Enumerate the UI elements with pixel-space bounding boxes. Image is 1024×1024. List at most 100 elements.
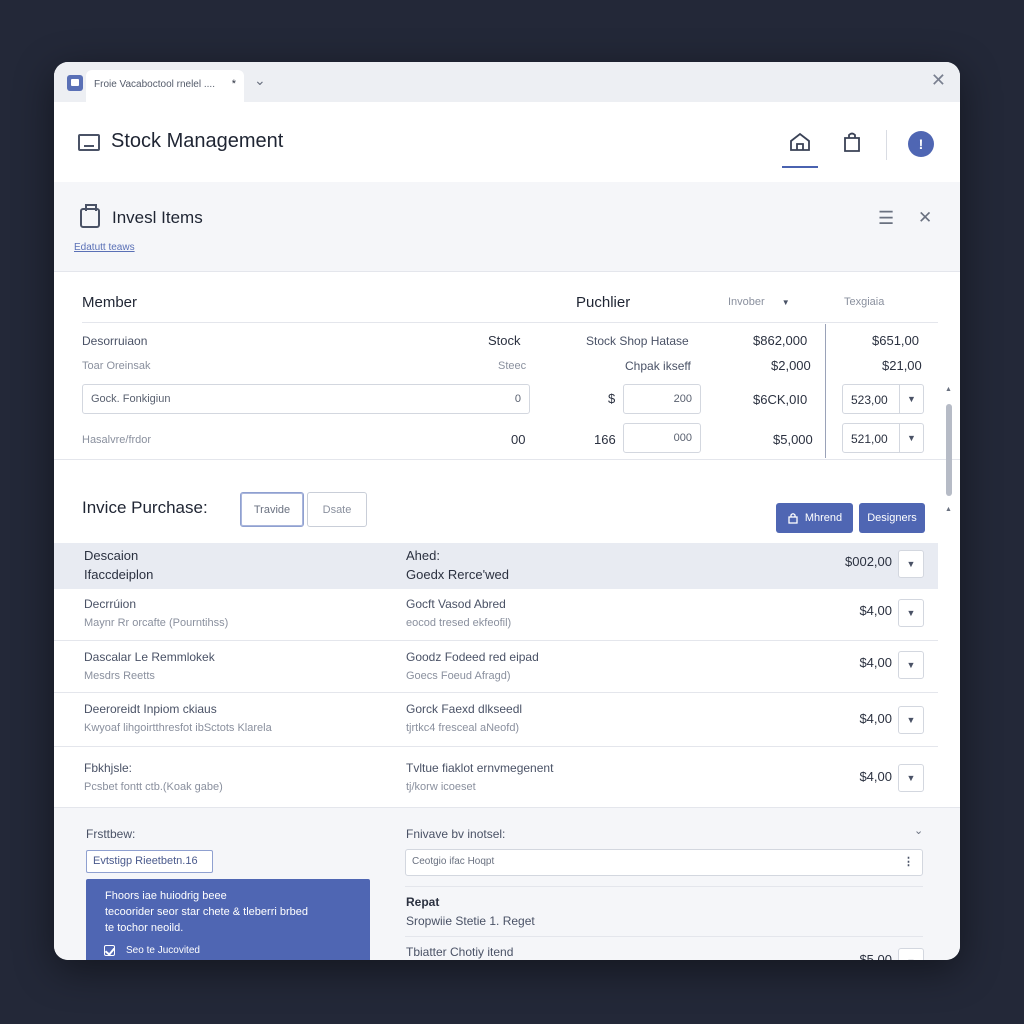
row-sub: Maynr Rr orcafte (Pourntihss) bbox=[84, 617, 229, 629]
filter-button[interactable]: Evtstigp Rieetbetn.16 bbox=[86, 850, 213, 873]
info-card: Fhoors iae huiodrig beee tecoorider seor… bbox=[86, 879, 370, 960]
designers-button[interactable]: Designers bbox=[859, 503, 925, 533]
row2-description: Toar Oreinsak bbox=[82, 360, 151, 372]
quantity-input-2[interactable]: 000 bbox=[623, 423, 701, 453]
row2-total: $21,00 bbox=[882, 358, 922, 373]
briefcase-icon bbox=[80, 204, 100, 228]
row4-select-value: 521,00 bbox=[851, 432, 888, 446]
row1-shop: Stock Shop Hatase bbox=[586, 334, 689, 348]
row-sub: Pcsbet fontt ctb.(Koak gabe) bbox=[84, 781, 223, 793]
app-icon bbox=[67, 75, 83, 91]
scroll-thumb[interactable] bbox=[946, 404, 952, 496]
checkbox-icon[interactable] bbox=[104, 945, 115, 956]
home-icon[interactable] bbox=[786, 128, 814, 156]
row-title: Dascalar Le Remmlokek bbox=[84, 650, 215, 664]
header-desc-title: Descaion bbox=[84, 548, 139, 563]
card-line: tecoorider seor star chete & tleberri br… bbox=[105, 906, 308, 918]
document-tab[interactable]: Froie Vacaboctool rnelel .... * bbox=[86, 70, 244, 102]
mhrend-label: Mhrend bbox=[804, 512, 843, 524]
row4-price: $5,000 bbox=[773, 432, 813, 447]
row-chevron-down-icon[interactable]: ▼ bbox=[898, 706, 924, 734]
active-nav-indicator bbox=[782, 166, 818, 168]
chevron-down-icon: ▼ bbox=[899, 385, 923, 413]
row-status-sub: eocod tresed ekfeofil) bbox=[406, 617, 512, 629]
row-status-sub: tj/korw icoeset bbox=[406, 781, 476, 793]
kebab-menu-icon[interactable]: ⋮ bbox=[903, 855, 914, 868]
row4-shop: 166 bbox=[594, 432, 616, 447]
bottom-panel: Frsttbew: Evtstigp Rieetbetn.16 Fhoors i… bbox=[54, 807, 960, 960]
alert-icon[interactable]: ! bbox=[908, 131, 934, 157]
card-line: Fhoors iae huiodrig beee bbox=[105, 890, 227, 902]
row-chevron-down-icon[interactable]: ▼ bbox=[898, 764, 924, 792]
header-desc-sub: Ifaccdeiplon bbox=[84, 567, 154, 582]
menu-icon[interactable]: ☰ bbox=[878, 208, 894, 229]
row4-description: Hasalvre/frdor bbox=[82, 434, 152, 446]
shopping-bag-icon[interactable] bbox=[838, 128, 866, 156]
repat-title: Repat bbox=[406, 895, 440, 909]
row-title: Deeroreidt Inpiom ckiaus bbox=[84, 702, 217, 716]
row-chevron-down-icon[interactable]: ▼ bbox=[898, 651, 924, 679]
row1-price: $862,000 bbox=[753, 333, 808, 348]
row2-shop: Chpak ikseff bbox=[625, 359, 691, 373]
monitor-icon bbox=[78, 134, 100, 151]
edit-items-link[interactable]: Edatutt teaws bbox=[74, 242, 135, 253]
last-row-amount: $5,00 bbox=[859, 952, 892, 960]
puchlier-heading: Puchlier bbox=[576, 294, 631, 311]
section-header: Invesl Items Edatutt teaws ☰ ✕ bbox=[54, 182, 960, 272]
row3-select[interactable]: 523,00 ▼ bbox=[842, 384, 924, 414]
row4-stock: 00 bbox=[511, 432, 526, 447]
stock-scrollbar[interactable]: ▲ ▲ bbox=[945, 386, 952, 516]
close-window-icon[interactable]: ✕ bbox=[931, 70, 946, 91]
row-sub: Mesdrs Reetts bbox=[84, 670, 155, 682]
invoice-header-row: Descaion Ifaccdeiplon Ahed: Goedx Rerce'… bbox=[54, 543, 938, 589]
tab-dropdown-chevron-icon[interactable]: ⌄ bbox=[254, 72, 266, 89]
quantity-input[interactable]: 200 bbox=[623, 384, 701, 414]
divider bbox=[82, 322, 938, 323]
row-status: Gocft Vasod Abred bbox=[406, 597, 506, 611]
invober-filter[interactable]: Invober ▼ bbox=[728, 296, 790, 308]
row-chevron-down-icon[interactable]: ▼ bbox=[898, 599, 924, 627]
row-status: Gorck Faexd dlkseedl bbox=[406, 702, 523, 716]
stock-panel: Member Puchlier Invober ▼ Texgiaia Desor… bbox=[54, 272, 960, 513]
section-title: Invesl Items bbox=[112, 208, 203, 227]
row-divider bbox=[54, 746, 938, 747]
row-divider bbox=[54, 692, 938, 693]
row-title: Fbkhjsle: bbox=[84, 761, 133, 775]
row-status: Tvltue fiaklot ernvmegenent bbox=[406, 761, 554, 775]
header-chevron-down-icon[interactable]: ▼ bbox=[898, 550, 924, 578]
close-section-icon[interactable]: ✕ bbox=[918, 208, 932, 228]
travide-button[interactable]: Travide bbox=[240, 492, 304, 527]
row-sub: Kwyoaf lihgoirtthresfot ibSctots Klarela bbox=[84, 722, 272, 734]
item-search-input[interactable]: Gock. Fonkigiun 0 bbox=[82, 384, 530, 414]
row-status: Goodz Fodeed red eipad bbox=[406, 650, 539, 664]
row4-select[interactable]: 521,00 ▼ bbox=[842, 423, 924, 453]
row3-select-value: 523,00 bbox=[851, 393, 888, 407]
item-search-value: Gock. Fonkigiun bbox=[91, 393, 171, 405]
row-amount: $4,00 bbox=[859, 769, 892, 784]
row-amount: $4,00 bbox=[859, 655, 892, 670]
row2-stock: Steec bbox=[498, 360, 527, 372]
row1-total: $651,00 bbox=[872, 333, 919, 348]
chevron-down-icon: ▼ bbox=[899, 424, 923, 452]
mhrend-button[interactable]: Mhrend bbox=[776, 503, 853, 533]
row-title: Decrrúion bbox=[84, 597, 137, 611]
app-header: Stock Management ! bbox=[54, 102, 960, 182]
row-amount: $4,00 bbox=[859, 603, 892, 618]
repat-sub: Sropwiie Stetie 1. Reget bbox=[406, 914, 535, 928]
dsate-button[interactable]: Dsate bbox=[307, 492, 367, 527]
texgiaia-label: Texgiaia bbox=[844, 296, 885, 308]
divider bbox=[405, 886, 923, 887]
row-status-sub: tjrtkc4 fresceal aNeofd) bbox=[406, 722, 520, 734]
divider bbox=[405, 936, 923, 937]
collapse-chevron-icon[interactable]: ⌄ bbox=[914, 824, 923, 837]
page-title: Stock Management bbox=[111, 130, 284, 152]
scroll-down-icon[interactable]: ▲ bbox=[945, 506, 952, 513]
app-window: Froie Vacaboctool rnelel .... * ⌄ ✕ Stoc… bbox=[54, 62, 960, 960]
column-divider bbox=[825, 324, 826, 458]
site-search-input[interactable]: Ceotgio ifac Hoqpt ⋮ bbox=[405, 849, 923, 876]
tab-title: Froie Vacaboctool rnelel .... bbox=[94, 79, 215, 90]
header-amount: $002,00 bbox=[845, 554, 892, 569]
bottom-left-label: Frsttbew: bbox=[86, 827, 136, 841]
last-row-chevron-down-icon[interactable]: ▼ bbox=[898, 948, 924, 960]
scroll-up-icon[interactable]: ▲ bbox=[945, 386, 952, 393]
